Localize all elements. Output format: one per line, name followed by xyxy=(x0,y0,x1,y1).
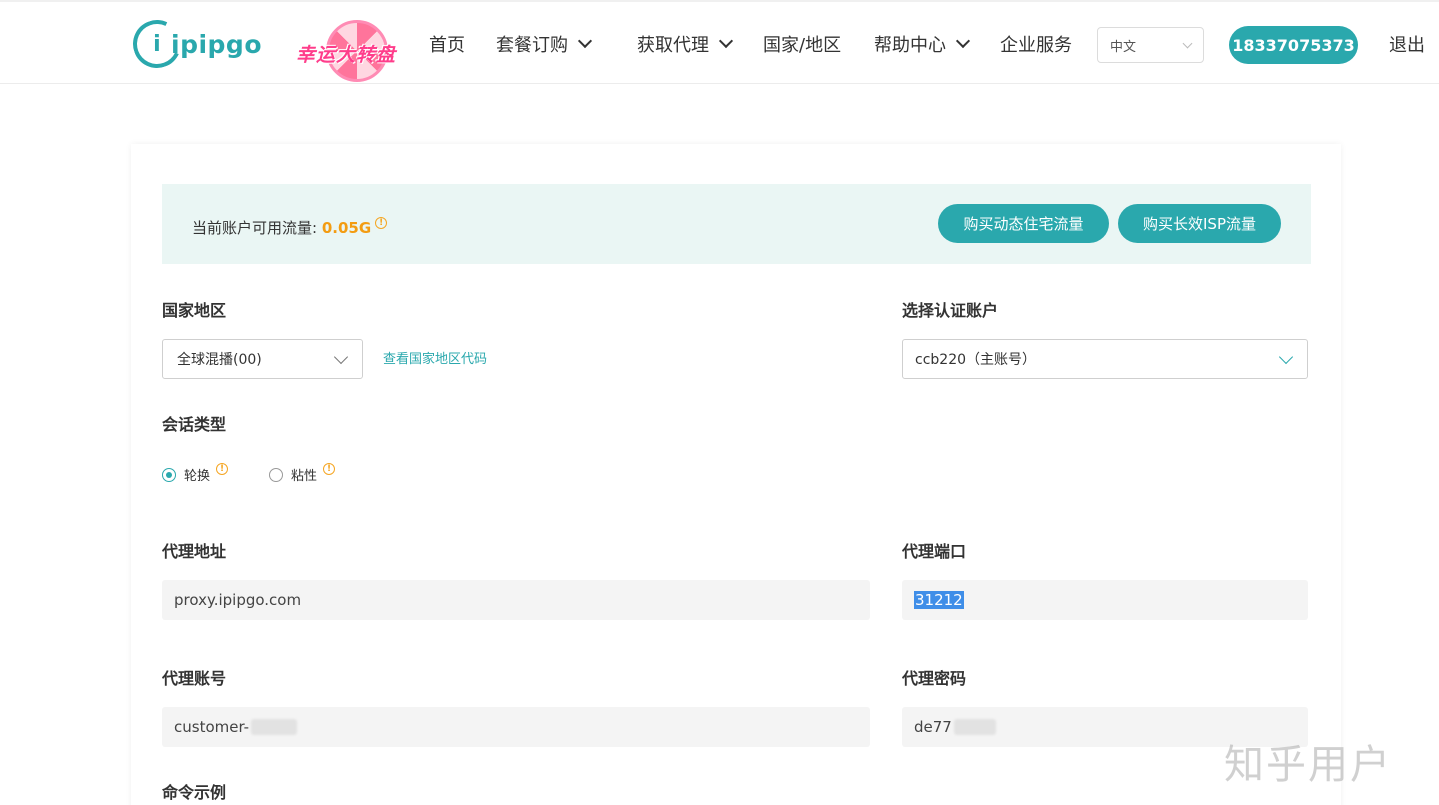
account-label: 选择认证账户 xyxy=(902,301,999,320)
country-select[interactable]: 全球混播(00) xyxy=(162,339,363,379)
logo-text: ipipgo xyxy=(171,29,263,59)
user-phone-button[interactable]: 18337075373 xyxy=(1229,26,1358,64)
view-country-codes-link[interactable]: 查看国家地区代码 xyxy=(383,348,487,367)
nav-get-proxy[interactable]: 获取代理 xyxy=(637,2,734,86)
radio-checked-icon xyxy=(162,467,176,482)
account-select[interactable]: ccb220（主账号） xyxy=(902,339,1308,379)
language-select[interactable]: 中文 xyxy=(1097,27,1204,63)
ipipgo-logo[interactable]: i ipipgo xyxy=(126,13,263,75)
chevron-down-icon xyxy=(1278,349,1294,365)
top-header: i ipipgo 幸运大转盘 首页 套餐订购 获取代理 国家/地区 帮助中心 企… xyxy=(0,0,1439,84)
lucky-wheel-promo[interactable]: 幸运大转盘 xyxy=(296,20,418,86)
chevron-down-icon xyxy=(577,33,593,49)
info-icon[interactable]: ! xyxy=(323,462,336,475)
traffic-label: 当前账户可用流量: 0.05G! xyxy=(192,217,388,238)
redacted-text xyxy=(251,719,298,735)
traffic-banner: 当前账户可用流量: 0.05G! 购买动态住宅流量 购买长效ISP流量 xyxy=(162,184,1311,264)
info-icon[interactable]: ! xyxy=(216,462,229,475)
logout-link[interactable]: 退出 xyxy=(1389,2,1425,86)
nav-packages[interactable]: 套餐订购 xyxy=(496,2,593,86)
proxy-password-label: 代理密码 xyxy=(902,669,967,688)
nav-countries[interactable]: 国家/地区 xyxy=(763,2,841,86)
nav-help-center[interactable]: 帮助中心 xyxy=(874,2,971,86)
command-example-label: 命令示例 xyxy=(162,783,227,802)
selected-port-text: 31212 xyxy=(914,591,964,609)
traffic-value: 0.05G xyxy=(321,219,372,237)
nav-enterprise[interactable]: 企业服务 xyxy=(1000,2,1072,86)
proxy-account-label: 代理账号 xyxy=(162,669,227,688)
proxy-address-field[interactable]: proxy.ipipgo.com xyxy=(162,580,870,620)
proxy-account-field[interactable]: customer- xyxy=(162,707,870,747)
radio-unchecked-icon xyxy=(269,467,283,482)
nav-home[interactable]: 首页 xyxy=(429,2,465,86)
session-radio-rotating[interactable]: 轮换 ! xyxy=(162,462,229,484)
zhihu-watermark: 知乎用户 xyxy=(1224,742,1392,788)
info-icon[interactable]: ! xyxy=(375,217,388,229)
session-type-label: 会话类型 xyxy=(162,415,227,434)
chevron-down-icon xyxy=(333,349,349,365)
chevron-down-icon xyxy=(1182,38,1193,49)
chevron-down-icon xyxy=(955,33,971,49)
proxy-port-label: 代理端口 xyxy=(902,542,967,561)
logo-circle-icon: i xyxy=(126,13,188,75)
proxy-port-field[interactable]: 31212 xyxy=(902,580,1308,620)
country-label: 国家地区 xyxy=(162,301,227,320)
proxy-address-label: 代理地址 xyxy=(162,542,227,561)
session-radio-sticky[interactable]: 粘性 ! xyxy=(269,462,336,484)
chevron-down-icon xyxy=(718,33,734,49)
redacted-text xyxy=(953,719,996,735)
promo-label: 幸运大转盘 xyxy=(296,44,397,66)
buy-dynamic-residential-button[interactable]: 购买动态住宅流量 xyxy=(938,204,1109,243)
buy-isp-button[interactable]: 购买长效ISP流量 xyxy=(1118,204,1281,243)
